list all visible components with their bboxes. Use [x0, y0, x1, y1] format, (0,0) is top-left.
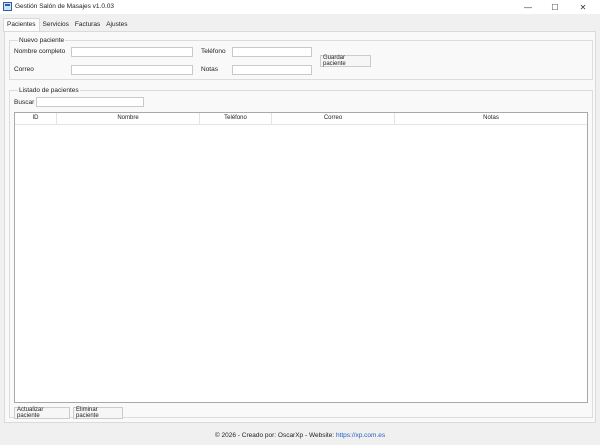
save-patient-button[interactable]: Guardar paciente — [320, 55, 371, 67]
column-header-nombre[interactable]: Nombre — [57, 113, 200, 125]
patient-list-title: Listado de pacientes — [18, 87, 80, 94]
new-patient-title: Nuevo paciente — [18, 37, 66, 44]
patients-table[interactable]: ID Nombre Teléfono Correo Notas — [14, 112, 588, 403]
name-input[interactable] — [71, 47, 193, 57]
footer-text: © 2026 - Creado por: OscarXp - Website: — [214, 432, 335, 439]
notes-label: Notas — [201, 66, 218, 73]
name-label: Nombre completo — [14, 48, 66, 55]
column-header-correo[interactable]: Correo — [272, 113, 395, 125]
footer: © 2026 - Creado por: OscarXp - Website: … — [0, 432, 600, 439]
close-button[interactable]: ✕ — [572, 0, 594, 14]
tab-pacientes[interactable]: Pacientes — [3, 18, 40, 32]
notes-input[interactable] — [232, 65, 312, 75]
update-patient-button[interactable]: Actualizar paciente — [14, 407, 70, 419]
column-header-notas[interactable]: Notas — [395, 113, 587, 125]
website-link[interactable]: https://xp.com.es — [336, 432, 385, 439]
title-bar: Gestión Salón de Masajes v1.0.03 — ☐ ✕ — [0, 0, 600, 14]
table-header: ID Nombre Teléfono Correo Notas — [15, 113, 587, 125]
phone-input[interactable] — [232, 47, 312, 57]
app-icon — [3, 2, 12, 11]
email-input[interactable] — [71, 65, 193, 75]
email-label: Correo — [14, 66, 34, 73]
window-title: Gestión Salón de Masajes v1.0.03 — [15, 3, 115, 10]
delete-patient-button[interactable]: Eliminar paciente — [73, 407, 123, 419]
search-input[interactable] — [36, 97, 144, 107]
tab-ajustes[interactable]: Ajustes — [103, 19, 130, 31]
minimize-button[interactable]: — — [517, 0, 539, 14]
column-header-telefono[interactable]: Teléfono — [200, 113, 272, 125]
tab-servicios[interactable]: Servicios — [40, 19, 72, 31]
phone-label: Teléfono — [201, 48, 226, 55]
column-header-id[interactable]: ID — [15, 113, 57, 125]
search-label: Buscar — [14, 99, 35, 106]
tab-facturas[interactable]: Facturas — [72, 19, 103, 31]
maximize-button[interactable]: ☐ — [544, 0, 566, 14]
patients-panel: Nuevo paciente Nombre completo Teléfono … — [4, 31, 596, 423]
